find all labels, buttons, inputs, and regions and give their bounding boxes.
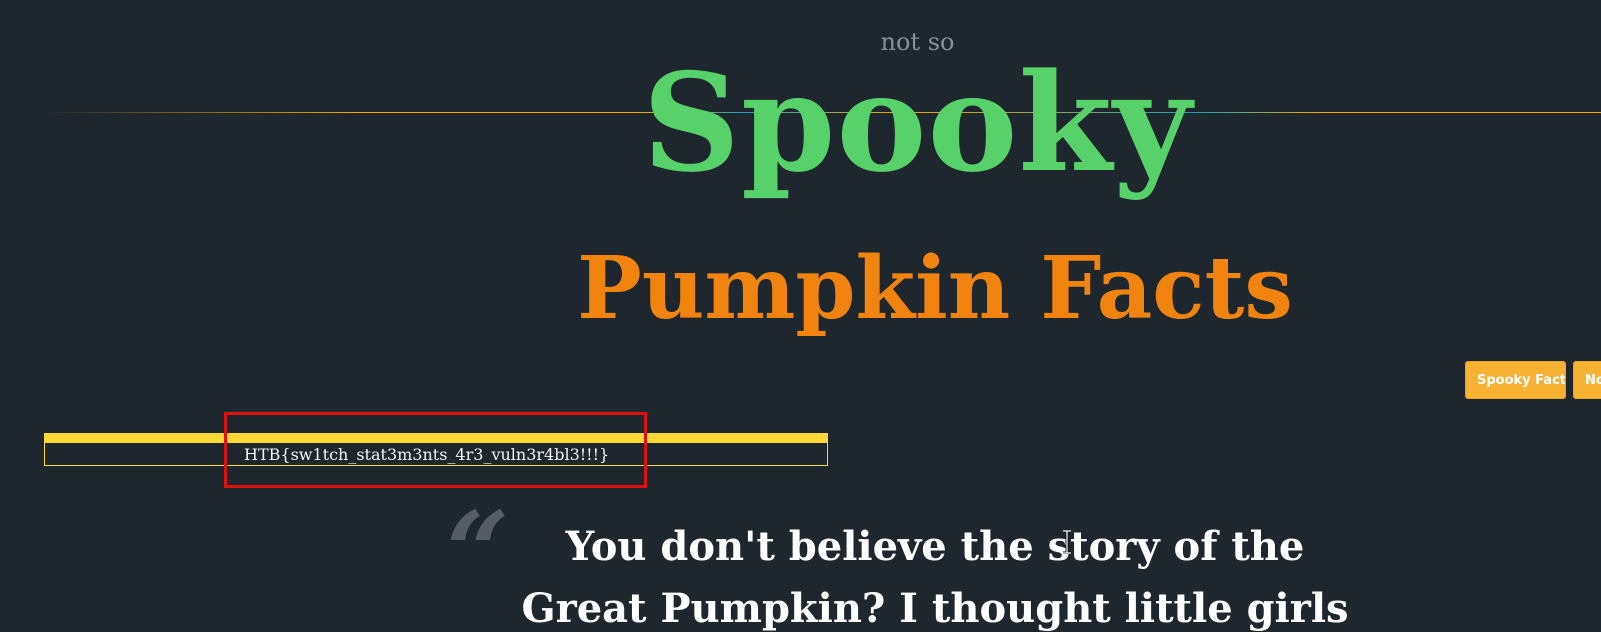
quote-text: You don't believe the story of the Great… (470, 516, 1400, 632)
page-title: Spooky (642, 43, 1193, 202)
nav-button-spooky-facts[interactable]: Spooky Facts (1465, 361, 1566, 399)
highlight-annotation-box (224, 412, 647, 488)
nav-button-not-so-spooky-facts[interactable]: Not so Spooky Facts (1573, 361, 1601, 399)
page-subtitle: Pumpkin Facts (577, 238, 1293, 339)
quote-line: Great Pumpkin? I thought little girls (521, 585, 1349, 632)
text-cursor-icon (1063, 530, 1071, 554)
quote-line: You don't believe the story of the (565, 523, 1305, 570)
